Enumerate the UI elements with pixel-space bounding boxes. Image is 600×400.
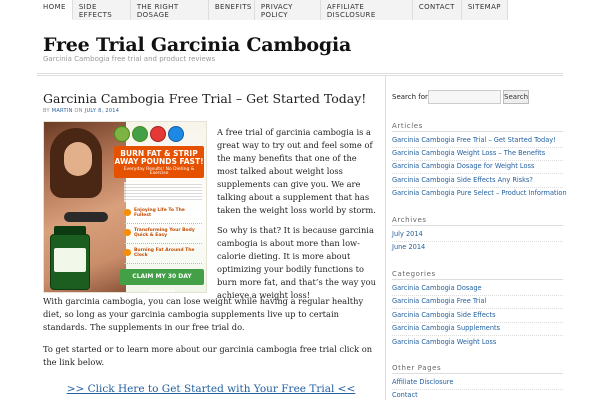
- search-button[interactable]: Search: [503, 90, 529, 104]
- sidebar-article-link[interactable]: Garcinia Cambogia Free Trial – Get Start…: [392, 136, 556, 144]
- ad-model-top: [64, 212, 108, 222]
- post-byline: by Martin on July 8, 2014: [43, 108, 119, 114]
- sidebar-article-link[interactable]: Garcinia Cambogia Side Effects Any Risks…: [392, 176, 533, 184]
- sidebar-archive-link[interactable]: June 2014: [392, 243, 425, 251]
- ad-feature: Transforming Your Body Quick & Easy: [124, 226, 202, 244]
- nav-home[interactable]: Home: [37, 0, 73, 20]
- seal-icon: [150, 126, 166, 142]
- nav-right-dosage[interactable]: The Right Dosage: [130, 0, 209, 20]
- widget-rule: [392, 131, 563, 132]
- sidebar-category-link[interactable]: Garcinia Cambogia Side Effects: [392, 311, 496, 319]
- header-divider: [37, 73, 563, 76]
- ad-model-face: [64, 142, 92, 176]
- ad-blurb-lines: [124, 182, 202, 202]
- ad-feature: Burning Fat Around The Clock: [124, 246, 202, 264]
- list-divider: [392, 335, 563, 336]
- widget-title-archives: Archives: [392, 216, 427, 224]
- ad-headline: BURN FAT & STRIP AWAY POUNDS FAST! Every…: [114, 146, 204, 178]
- sidebar-article-link[interactable]: Garcinia Cambogia Dosage for Weight Loss: [392, 162, 534, 170]
- widget-rule: [392, 373, 563, 374]
- ad-claim-button[interactable]: Claim My 30 Day Supply: [120, 269, 204, 292]
- top-navigation: Home Side Effects The Right Dosage Benef…: [37, 0, 508, 20]
- list-divider: [392, 187, 563, 188]
- site-title[interactable]: Free Trial Garcinia Cambogia: [43, 34, 351, 56]
- seal-icon: [168, 126, 184, 142]
- nav-affiliate-disclosure[interactable]: Affiliate Disclosure: [320, 0, 413, 20]
- nav-side-effects[interactable]: Side Effects: [72, 0, 131, 20]
- sidebar-category-link[interactable]: Garcinia Cambogia Supplements: [392, 324, 500, 332]
- widget-rule: [392, 279, 563, 280]
- post-paragraph: So why is that? It is because garcinia c…: [217, 225, 376, 300]
- sidebar-category-link[interactable]: Garcinia Cambogia Dosage: [392, 284, 482, 292]
- widget-title-categories: Categories: [392, 270, 436, 278]
- ad-subline: Everyday Results! No Dieting & Exercise: [123, 166, 195, 177]
- list-divider: [392, 322, 563, 323]
- list-divider: [392, 147, 563, 148]
- nav-sitemap[interactable]: Sitemap: [461, 0, 508, 20]
- sidebar-page-link[interactable]: Contact: [392, 391, 418, 399]
- list-divider: [392, 389, 563, 390]
- list-divider: [392, 295, 563, 296]
- ad-seals: [114, 126, 184, 142]
- ad-feature: Enjoying Life To The Fullest: [124, 206, 202, 224]
- list-divider: [392, 241, 563, 242]
- sidebar-archive-link[interactable]: July 2014: [392, 230, 423, 238]
- sidebar-article-link[interactable]: Garcinia Cambogia Weight Loss – The Bene…: [392, 149, 545, 157]
- byline-by: by: [43, 108, 50, 114]
- list-divider: [392, 308, 563, 309]
- site-description: Garcinia Cambogia free trial and product…: [43, 55, 216, 63]
- sidebar-category-link[interactable]: Garcinia Cambogia Weight Loss: [392, 338, 496, 346]
- sidebar-category-link[interactable]: Garcinia Cambogia Free Trial: [392, 297, 486, 305]
- post-paragraph: With garcinia cambogia, you can lose wei…: [43, 296, 364, 332]
- free-trial-link[interactable]: >> Click Here to Get Started with Your F…: [43, 383, 379, 395]
- post-title[interactable]: Garcinia Cambogia Free Trial – Get Start…: [43, 91, 366, 106]
- ad-headline-text: BURN FAT & STRIP AWAY POUNDS FAST!: [114, 149, 204, 166]
- bottle-label: [54, 248, 86, 272]
- post-paragraph: A free trial of garcinia cambogia is a g…: [217, 127, 376, 215]
- sidebar-page-link[interactable]: Affiliate Disclosure: [392, 378, 453, 386]
- widget-rule: [392, 225, 563, 226]
- sidebar-divider: [385, 76, 386, 400]
- list-divider: [392, 173, 563, 174]
- seal-icon: [114, 126, 130, 142]
- list-divider: [392, 160, 563, 161]
- nav-benefits[interactable]: Benefits: [208, 0, 255, 20]
- widget-title-articles: Articles: [392, 122, 423, 130]
- sidebar-article-link[interactable]: Garcinia Cambogia Pure Select – Product …: [392, 189, 567, 197]
- post-paragraph: To get started or to learn more about ou…: [43, 344, 373, 367]
- byline-on: on: [74, 108, 83, 114]
- post-author[interactable]: Martin: [52, 108, 73, 114]
- search-label: Search for:: [392, 93, 431, 101]
- nav-contact[interactable]: Contact: [412, 0, 462, 20]
- search-input[interactable]: [428, 90, 501, 104]
- widget-title-other-pages: Other Pages: [392, 364, 442, 372]
- seal-icon: [132, 126, 148, 142]
- nav-privacy-policy[interactable]: Privacy Policy: [254, 0, 321, 20]
- post-date[interactable]: July 8, 2014: [85, 108, 120, 114]
- garcinia-ad-image[interactable]: BURN FAT & STRIP AWAY POUNDS FAST! Every…: [43, 121, 207, 293]
